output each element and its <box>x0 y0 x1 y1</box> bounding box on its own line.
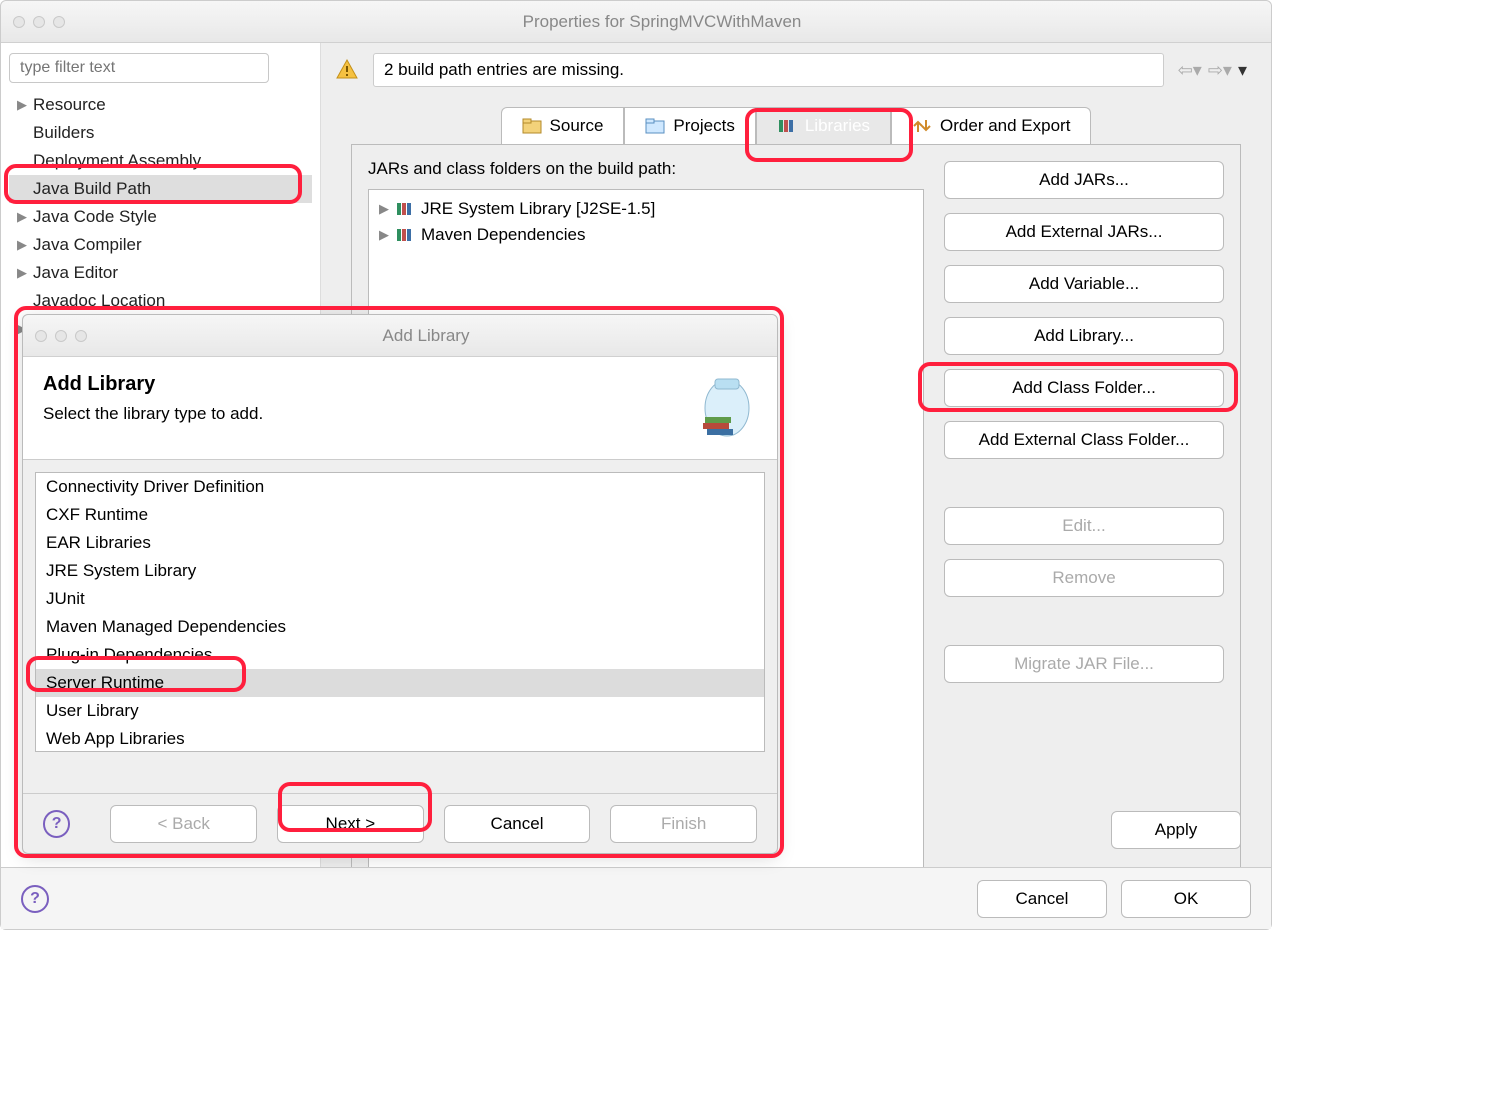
add-class-folder-button[interactable]: Add Class Folder... <box>944 369 1224 407</box>
sidebar-item-label: Resource <box>33 95 106 114</box>
add-variable-button[interactable]: Add Variable... <box>944 265 1224 303</box>
tab-source[interactable]: Source <box>501 107 625 144</box>
window-title: Properties for SpringMVCWithMaven <box>65 12 1259 32</box>
warning-icon <box>335 58 359 82</box>
sidebar-item-label: Java Compiler <box>33 235 142 254</box>
next-button[interactable]: Next > <box>277 805 424 843</box>
minimize-icon[interactable] <box>55 330 67 342</box>
footer: ? Cancel OK <box>1 867 1271 929</box>
books-icon <box>395 227 415 243</box>
sidebar-item-label: Deployment Assembly <box>33 151 201 170</box>
jar-icon <box>667 373 757 443</box>
sidebar-item-java-editor[interactable]: ▶ Java Editor <box>9 259 312 287</box>
library-type-web-app-libraries[interactable]: Web App Libraries <box>36 725 764 752</box>
menu-arrow-icon[interactable]: ▾ <box>1238 60 1247 81</box>
tab-label: Projects <box>673 116 734 136</box>
libs-heading: JARs and class folders on the build path… <box>368 159 924 179</box>
sidebar-item-label: Javadoc Location <box>33 291 165 310</box>
back-arrow-icon[interactable]: ⇦▾ <box>1178 60 1202 81</box>
migrate-jar-file-button[interactable]: Migrate JAR File... <box>944 645 1224 683</box>
tab-label: Source <box>550 116 604 136</box>
sidebar-item-label: Builders <box>33 123 94 142</box>
tab-projects[interactable]: Projects <box>624 107 755 144</box>
dialog-subheading: Select the library type to add. <box>43 404 657 424</box>
traffic-lights <box>13 16 65 28</box>
cancel-button[interactable]: Cancel <box>977 880 1107 918</box>
tab-label: Libraries <box>805 116 870 136</box>
add-external-class-folder-button[interactable]: Add External Class Folder... <box>944 421 1224 459</box>
books-icon <box>395 201 415 217</box>
library-type-cxf-runtime[interactable]: CXF Runtime <box>36 501 764 529</box>
tabs: Source Projects Libraries Order and Export <box>321 97 1271 144</box>
sidebar-item-label: Java Editor <box>33 263 118 282</box>
tab-order-and-export[interactable]: Order and Export <box>891 107 1091 144</box>
library-type-ear-libraries[interactable]: EAR Libraries <box>36 529 764 557</box>
library-entry-label: JRE System Library [J2SE-1.5] <box>421 199 655 219</box>
disclosure-arrow-icon: ▶ <box>17 97 27 113</box>
disclosure-arrow-icon: ▶ <box>379 227 389 243</box>
sidebar-item-builders[interactable]: Builders <box>9 119 312 147</box>
disclosure-arrow-icon: ▶ <box>17 265 27 281</box>
edit-button[interactable]: Edit... <box>944 507 1224 545</box>
library-type-connectivity-driver-definition[interactable]: Connectivity Driver Definition <box>36 473 764 501</box>
warning-bar: 2 build path entries are missing. ⇦▾ ⇨▾ … <box>321 43 1271 97</box>
source-icon <box>522 118 542 134</box>
library-entry[interactable]: ▶ JRE System Library [J2SE-1.5] <box>375 196 917 222</box>
side-buttons: Add JARs... Add External JARs... Add Varia… <box>944 159 1224 914</box>
library-type-jre-system-library[interactable]: JRE System Library <box>36 557 764 585</box>
libraries-icon <box>777 118 797 134</box>
sidebar-item-javadoc-location[interactable]: Javadoc Location <box>9 287 312 315</box>
sidebar-item-java-code-style[interactable]: ▶ Java Code Style <box>9 203 312 231</box>
filter-input[interactable] <box>9 53 269 83</box>
library-entry[interactable]: ▶ Maven Dependencies <box>375 222 917 248</box>
library-entry-label: Maven Dependencies <box>421 225 585 245</box>
minimize-icon[interactable] <box>33 16 45 28</box>
add-jars-button[interactable]: Add JARs... <box>944 161 1224 199</box>
close-icon[interactable] <box>35 330 47 342</box>
help-icon[interactable]: ? <box>21 885 49 913</box>
projects-icon <box>645 118 665 134</box>
dialog-footer: ? < Back Next > Cancel Finish <box>23 793 777 853</box>
sidebar-item-label: Java Build Path <box>33 179 151 198</box>
sidebar-item-java-build-path[interactable]: Java Build Path <box>9 175 312 203</box>
dialog-cancel-button[interactable]: Cancel <box>444 805 591 843</box>
add-library-button[interactable]: Add Library... <box>944 317 1224 355</box>
add-external-jars-button[interactable]: Add External JARs... <box>944 213 1224 251</box>
sidebar-item-java-compiler[interactable]: ▶ Java Compiler <box>9 231 312 259</box>
dialog-title: Add Library <box>87 326 765 346</box>
library-type-user-library[interactable]: User Library <box>36 697 764 725</box>
sidebar-item-deployment-assembly[interactable]: Deployment Assembly <box>9 147 312 175</box>
disclosure-arrow-icon: ▶ <box>379 201 389 217</box>
titlebar: Properties for SpringMVCWithMaven <box>1 1 1271 43</box>
disclosure-arrow-icon: ▶ <box>17 237 27 253</box>
library-type-junit[interactable]: JUnit <box>36 585 764 613</box>
dialog-header: Add Library Select the library type to a… <box>23 357 777 460</box>
warning-text: 2 build path entries are missing. <box>373 53 1164 87</box>
ok-button[interactable]: OK <box>1121 880 1251 918</box>
tab-libraries[interactable]: Libraries <box>756 107 891 144</box>
close-icon[interactable] <box>13 16 25 28</box>
order-and-export-icon <box>912 118 932 134</box>
back-button[interactable]: < Back <box>110 805 257 843</box>
forward-arrow-icon[interactable]: ⇨▾ <box>1208 60 1232 81</box>
sidebar-item-resource[interactable]: ▶ Resource <box>9 91 312 119</box>
tab-label: Order and Export <box>940 116 1070 136</box>
apply-button[interactable]: Apply <box>1111 811 1241 849</box>
library-type-plug-in-dependencies[interactable]: Plug-in Dependencies <box>36 641 764 669</box>
remove-button[interactable]: Remove <box>944 559 1224 597</box>
library-type-server-runtime[interactable]: Server Runtime <box>36 669 764 697</box>
zoom-icon[interactable] <box>53 16 65 28</box>
dialog-traffic-lights <box>35 330 87 342</box>
dialog-titlebar: Add Library <box>23 315 777 357</box>
help-icon[interactable]: ? <box>43 810 70 838</box>
library-type-maven-managed-dependencies[interactable]: Maven Managed Dependencies <box>36 613 764 641</box>
finish-button[interactable]: Finish <box>610 805 757 843</box>
disclosure-arrow-icon: ▶ <box>17 209 27 225</box>
sidebar-item-label: Java Code Style <box>33 207 157 226</box>
add-library-dialog: Add Library Add Library Select the libra… <box>22 314 778 854</box>
zoom-icon[interactable] <box>75 330 87 342</box>
library-type-list[interactable]: Connectivity Driver DefinitionCXF Runtim… <box>35 472 765 752</box>
dialog-heading: Add Library <box>43 373 657 396</box>
nav-arrows: ⇦▾ ⇨▾ ▾ <box>1178 60 1257 81</box>
